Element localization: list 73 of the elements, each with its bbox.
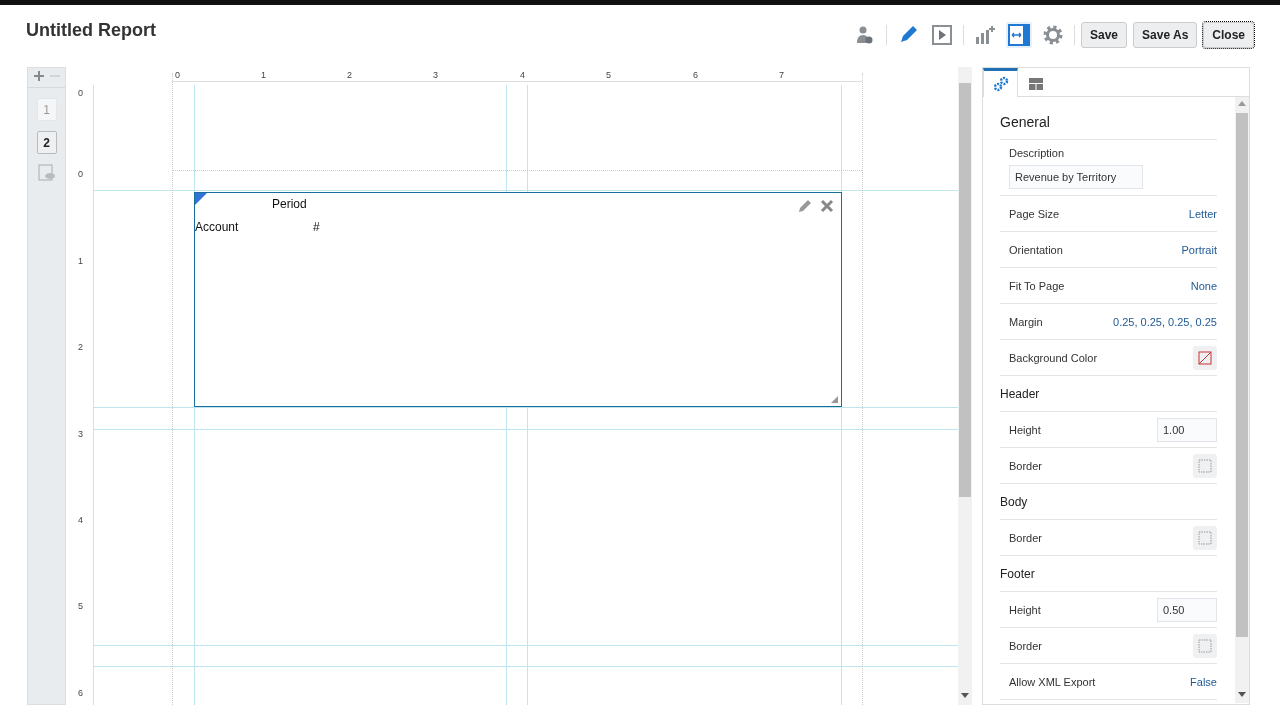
play-icon <box>931 24 953 46</box>
property-label: Border <box>1009 459 1043 472</box>
number-field[interactable]: 1.00 <box>1157 417 1217 442</box>
property-value-link[interactable]: 0.25, 0.25, 0.25, 0.25 <box>1113 315 1217 328</box>
property-label: Height <box>1009 603 1041 616</box>
property-label: Background Color <box>1009 351 1098 364</box>
report-title: Untitled Report <box>26 19 156 41</box>
property-label: Height <box>1009 423 1041 436</box>
no-color-icon <box>1198 350 1212 365</box>
property-label: Border <box>1009 531 1043 544</box>
row-header: Account <box>195 220 239 234</box>
panel-tab[interactable] <box>983 68 1018 97</box>
ruler-label: 4 <box>78 515 83 525</box>
ruler-label: 3 <box>78 429 83 439</box>
chart-add-icon <box>974 24 996 46</box>
scrollbar[interactable] <box>1235 97 1249 703</box>
ruler-label: 5 <box>78 601 83 611</box>
ruler-label: 4 <box>520 70 525 80</box>
border-button[interactable] <box>1193 453 1217 478</box>
toolbar-text-button[interactable]: Save <box>1081 22 1128 48</box>
settings-icon <box>1042 24 1064 46</box>
property-label: Orientation <box>1009 243 1063 256</box>
color-swatch-button[interactable] <box>1193 345 1217 370</box>
border-icon <box>1198 458 1212 473</box>
gears-icon <box>992 76 1009 92</box>
property-label: Margin <box>1009 315 1043 328</box>
border-icon <box>1198 638 1212 653</box>
number-field[interactable]: 0.50 <box>1157 597 1217 622</box>
resize-handle-icon[interactable] <box>831 396 838 403</box>
toolbar-button[interactable] <box>1006 22 1032 48</box>
toolbar-text-button[interactable]: Save As <box>1133 22 1198 48</box>
border-icon <box>1198 530 1212 545</box>
grid-object[interactable]: Period Account # <box>194 192 842 407</box>
ruler-label: 7 <box>779 70 784 80</box>
property-value-link[interactable]: None <box>1190 279 1217 292</box>
add-icon[interactable] <box>33 71 44 81</box>
property-label: Fit To Page <box>1009 279 1065 292</box>
ruler-label: 1 <box>261 70 266 80</box>
edit-icon[interactable] <box>797 198 813 214</box>
property-value-link[interactable]: False <box>1190 675 1217 688</box>
data-cell: # <box>313 220 320 234</box>
section-title: Header <box>1000 386 1040 401</box>
toolbar-button[interactable] <box>929 22 955 48</box>
field-label: Description <box>1009 146 1066 159</box>
ruler-label: 2 <box>78 342 83 352</box>
property-label: Page Size <box>1009 207 1060 220</box>
border-button[interactable] <box>1193 633 1217 658</box>
section-title: Body <box>1000 494 1028 509</box>
ruler-label: 5 <box>606 70 611 80</box>
property-label: Allow XML Export <box>1009 675 1096 688</box>
page-tab[interactable]: 2 <box>36 131 57 154</box>
ruler-label: 0 <box>78 88 83 98</box>
section-title: Footer <box>1000 566 1035 581</box>
close-icon[interactable] <box>819 198 835 214</box>
description-field[interactable]: Revenue by Territory <box>1009 164 1143 189</box>
toolbar-text-button[interactable]: Close <box>1203 22 1254 48</box>
property-value-link[interactable]: Letter <box>1188 207 1217 220</box>
column-header: Period <box>272 197 307 211</box>
ruler-label: 6 <box>693 70 698 80</box>
scrollbar[interactable] <box>958 67 972 705</box>
ruler-label: 2 <box>347 70 352 80</box>
layout-icon <box>1027 75 1044 92</box>
ruler-label: 0 <box>78 169 83 179</box>
ruler-label: 0 <box>175 70 180 80</box>
ruler-label: 3 <box>433 70 438 80</box>
border-button[interactable] <box>1193 525 1217 550</box>
corner-marker-icon <box>195 193 207 205</box>
section-title: General <box>1000 113 1050 130</box>
ruler-label: 1 <box>78 256 83 266</box>
property-label: Border <box>1009 639 1043 652</box>
property-value-link[interactable]: Portrait <box>1181 243 1217 256</box>
ruler-label: 6 <box>78 688 83 698</box>
fit-width-icon <box>1008 24 1030 46</box>
